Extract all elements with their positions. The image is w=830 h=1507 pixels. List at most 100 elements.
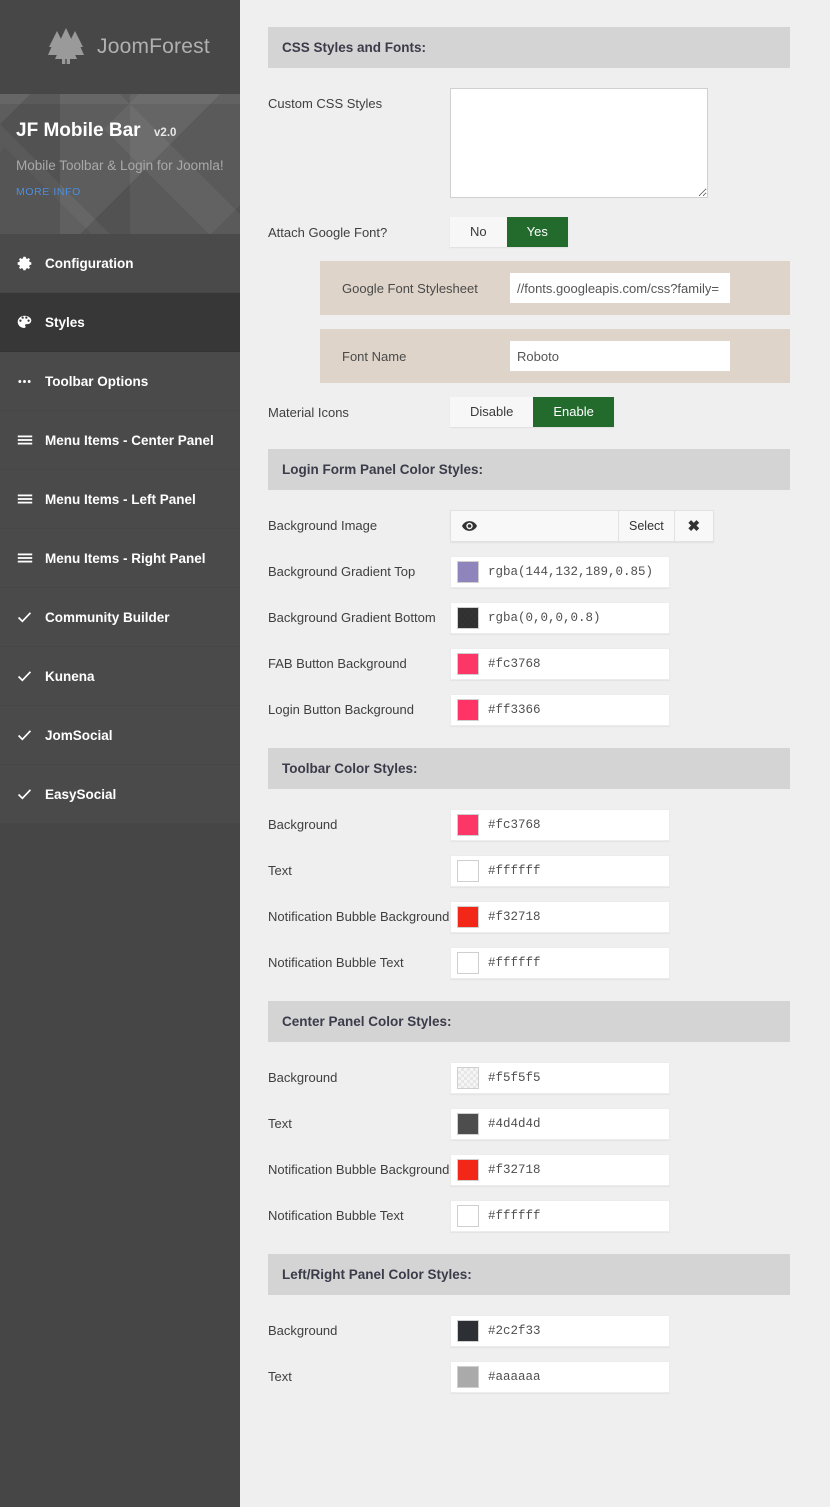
field-row-login-button-background: Login Button Background #ff3366 [268, 694, 790, 726]
field-row-bg-gradient-top: Background Gradient Top rgba(144,132,189… [268, 556, 790, 588]
section-header-left-right-panel: Left/Right Panel Color Styles: [268, 1254, 790, 1295]
field-row-toolbar-text: Text #ffffff [268, 855, 790, 887]
field-row-center-bubble-background: Notification Bubble Background #f32718 [268, 1154, 790, 1186]
background-image-media-field: Select ✖ [450, 510, 714, 542]
color-picker-field[interactable]: #fc3768 [450, 648, 670, 680]
sidebar-item-kunena[interactable]: Kunena [0, 647, 240, 706]
background-image-input[interactable] [488, 510, 618, 542]
field-row-center-text: Text #4d4d4d [268, 1108, 790, 1140]
field-label: Text [268, 855, 450, 880]
sidebar-item-menu-items-left-panel[interactable]: Menu Items - Left Panel [0, 470, 240, 529]
color-picker-field[interactable]: rgba(144,132,189,0.85) [450, 556, 670, 588]
check-icon [16, 786, 40, 803]
color-value: #2c2f33 [488, 1324, 541, 1338]
color-value: rgba(144,132,189,0.85) [488, 565, 653, 579]
material-icons-enable-button[interactable]: Enable [533, 397, 613, 427]
field-row-leftright-text: Text #aaaaaa [268, 1361, 790, 1393]
color-swatch [457, 1320, 479, 1342]
material-icons-toggle: Disable Enable [450, 397, 614, 427]
color-value: rgba(0,0,0,0.8) [488, 611, 601, 625]
field-label: Notification Bubble Background [268, 1154, 450, 1179]
color-picker-field[interactable]: #aaaaaa [450, 1361, 670, 1393]
color-value: #ffffff [488, 956, 541, 970]
gear-icon [16, 255, 40, 272]
sidebar-item-menu-items-right-panel[interactable]: Menu Items - Right Panel [0, 529, 240, 588]
color-picker-field[interactable]: #f32718 [450, 901, 670, 933]
attach-google-font-toggle: No Yes [450, 217, 568, 247]
sidebar-item-easysocial[interactable]: EasySocial [0, 765, 240, 824]
sidebar: JoomForest JF Mobile Bar v2.0 Mobile Too… [0, 0, 240, 1507]
google-font-stylesheet-input[interactable] [510, 273, 730, 303]
color-picker-field[interactable]: #ffffff [450, 947, 670, 979]
field-label: Attach Google Font? [268, 217, 450, 242]
material-icons-disable-button[interactable]: Disable [450, 397, 533, 427]
custom-css-textarea[interactable] [450, 88, 708, 198]
brand-name: JoomForest [97, 35, 210, 59]
field-label: Background [268, 809, 450, 834]
sidebar-item-toolbar-options[interactable]: Toolbar Options [0, 352, 240, 411]
field-label: Text [268, 1361, 450, 1386]
field-row-leftright-background: Background #2c2f33 [268, 1315, 790, 1347]
color-swatch [457, 1205, 479, 1227]
color-picker-field[interactable]: #fc3768 [450, 809, 670, 841]
attach-font-yes-button[interactable]: Yes [507, 217, 568, 247]
field-label: Font Name [320, 349, 510, 364]
field-label: Background Image [268, 510, 450, 535]
product-banner: JF Mobile Bar v2.0 Mobile Toolbar & Logi… [0, 94, 240, 234]
color-swatch [457, 952, 479, 974]
sidebar-item-label: JomSocial [45, 728, 113, 743]
field-row-attach-google-font: Attach Google Font? No Yes [268, 217, 790, 247]
color-swatch [457, 906, 479, 928]
field-label: Notification Bubble Background [268, 901, 450, 926]
more-info-link[interactable]: MORE INFO [16, 186, 240, 198]
color-value: #aaaaaa [488, 1370, 541, 1384]
main-content: CSS Styles and Fonts: Custom CSS Styles … [240, 0, 830, 1507]
dots-icon [16, 373, 40, 390]
field-row-toolbar-background: Background #fc3768 [268, 809, 790, 841]
color-picker-field[interactable]: #f32718 [450, 1154, 670, 1186]
color-swatch [457, 699, 479, 721]
field-row-background-image: Background Image Select ✖ [268, 510, 790, 542]
color-swatch [457, 607, 479, 629]
color-picker-field[interactable]: rgba(0,0,0,0.8) [450, 602, 670, 634]
color-picker-field[interactable]: #f5f5f5 [450, 1062, 670, 1094]
sidebar-item-community-builder[interactable]: Community Builder [0, 588, 240, 647]
field-label: FAB Button Background [268, 648, 450, 673]
color-swatch [457, 653, 479, 675]
joomforest-trees-icon [44, 25, 88, 69]
color-picker-field[interactable]: #2c2f33 [450, 1315, 670, 1347]
color-value: #f5f5f5 [488, 1071, 541, 1085]
brand-logo-area[interactable]: JoomForest [0, 0, 240, 94]
font-name-input[interactable] [510, 341, 730, 371]
color-value: #fc3768 [488, 818, 541, 832]
color-swatch [457, 860, 479, 882]
section-header-toolbar-panel: Toolbar Color Styles: [268, 748, 790, 789]
field-label: Background [268, 1315, 450, 1340]
preview-eye-icon[interactable] [450, 510, 488, 542]
color-value: #ff3366 [488, 703, 541, 717]
product-version: v2.0 [154, 127, 176, 139]
field-label: Notification Bubble Text [268, 1200, 450, 1225]
color-picker-field[interactable]: #ff3366 [450, 694, 670, 726]
sidebar-item-label: Kunena [45, 669, 95, 684]
sidebar-item-label: Menu Items - Right Panel [45, 551, 206, 566]
background-image-select-button[interactable]: Select [618, 510, 674, 542]
sidebar-item-label: Styles [45, 315, 85, 330]
field-label: Material Icons [268, 397, 450, 422]
color-picker-field[interactable]: #ffffff [450, 1200, 670, 1232]
color-value: #f32718 [488, 910, 541, 924]
close-icon[interactable]: ✖ [674, 510, 714, 542]
check-icon [16, 609, 40, 626]
color-picker-field[interactable]: #4d4d4d [450, 1108, 670, 1140]
sidebar-item-styles[interactable]: Styles [0, 293, 240, 352]
sidebar-item-menu-items-center-panel[interactable]: Menu Items - Center Panel [0, 411, 240, 470]
color-picker-field[interactable]: #ffffff [450, 855, 670, 887]
sidebar-item-label: Menu Items - Center Panel [45, 433, 214, 448]
sidebar-item-configuration[interactable]: Configuration [0, 234, 240, 293]
sidebar-item-label: Menu Items - Left Panel [45, 492, 196, 507]
sidebar-item-jomsocial[interactable]: JomSocial [0, 706, 240, 765]
color-swatch [457, 561, 479, 583]
field-row-toolbar-bubble-text: Notification Bubble Text #ffffff [268, 947, 790, 979]
product-title: JF Mobile Bar [16, 120, 141, 142]
attach-font-no-button[interactable]: No [450, 217, 507, 247]
